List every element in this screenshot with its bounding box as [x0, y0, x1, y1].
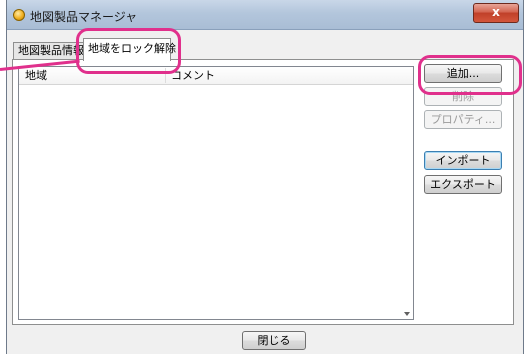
map-product-manager-window: 地図製品マネージャ x 地図製品情報 地域をロック解除 地域 コメント 追加..…	[6, 0, 524, 354]
delete-button[interactable]: 削除	[424, 87, 502, 106]
region-list[interactable]: 地域 コメント	[18, 66, 414, 320]
app-globe-icon	[13, 9, 25, 21]
column-header-comment[interactable]: コメント	[165, 67, 405, 84]
close-window-button[interactable]: x	[473, 3, 519, 23]
properties-button[interactable]: プロパティ...	[424, 110, 502, 129]
scroll-down-arrow-icon[interactable]	[404, 312, 410, 316]
close-button[interactable]: 閉じる	[242, 331, 306, 350]
tab-map-product-info[interactable]: 地図製品情報	[13, 42, 85, 60]
column-header-region[interactable]: 地域	[19, 67, 165, 84]
add-button[interactable]: 追加...	[424, 64, 502, 83]
import-button[interactable]: インポート	[424, 151, 502, 170]
unlock-region-panel: 地域 コメント 追加... 削除 プロパティ... インポート エクスポート	[12, 59, 514, 325]
list-header: 地域 コメント	[19, 67, 413, 85]
tab-unlock-region[interactable]: 地域をロック解除	[83, 38, 176, 61]
title-bar[interactable]: 地図製品マネージャ x	[7, 0, 523, 30]
window-title: 地図製品マネージャ	[30, 10, 138, 24]
export-button[interactable]: エクスポート	[424, 175, 502, 194]
